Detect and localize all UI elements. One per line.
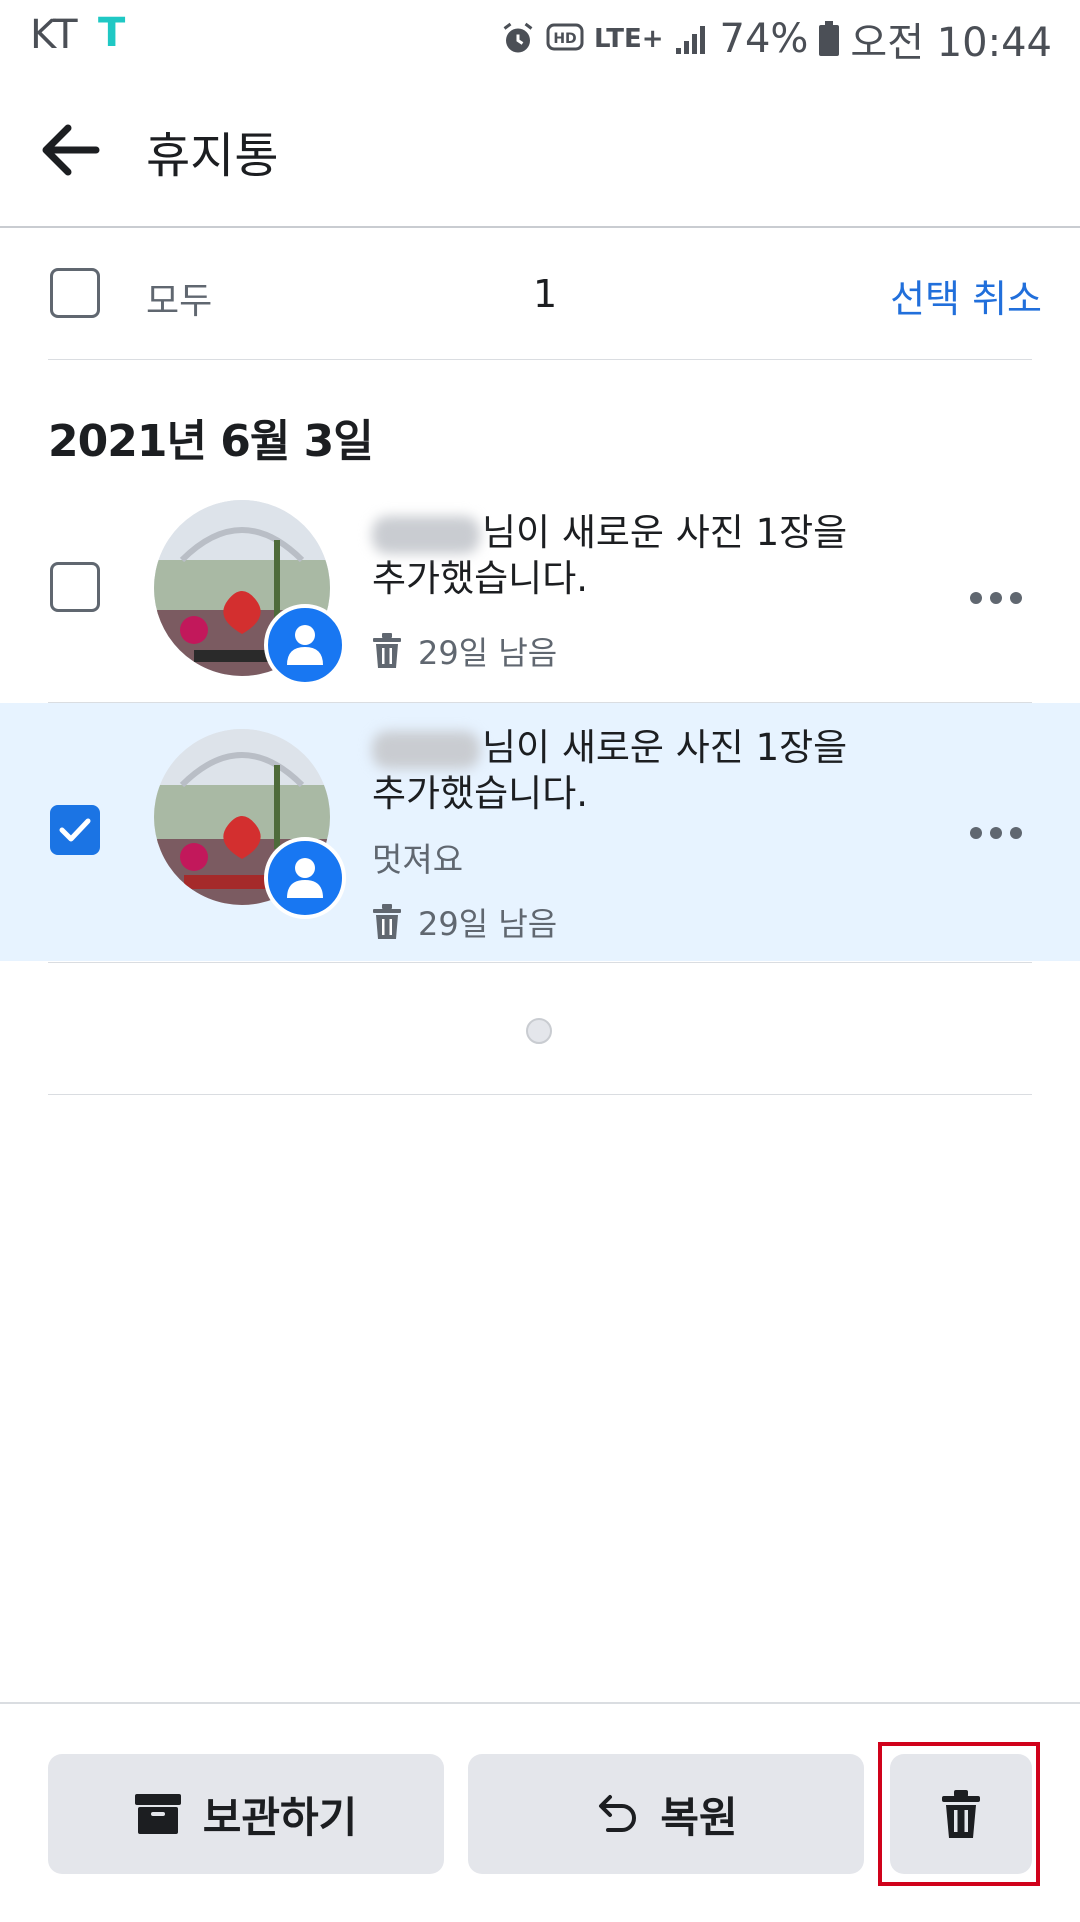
person-icon — [287, 858, 323, 898]
carrier-name: KT — [30, 12, 78, 58]
select-all-checkbox[interactable] — [50, 268, 100, 318]
checkmark-icon — [59, 818, 91, 842]
selection-bar: 모두 1 선택 취소 — [0, 228, 1080, 360]
archive-label: 보관하기 — [202, 1792, 358, 1842]
days-remaining: 29일 남음 — [418, 905, 558, 943]
item-checkbox[interactable] — [50, 805, 100, 855]
divider — [48, 1094, 1032, 1095]
item-text: 님이 새로운 사진 1장을 추가했습니다. — [372, 725, 852, 817]
trash-icon — [373, 633, 401, 668]
svg-text:HD: HD — [553, 31, 576, 47]
date-header: 2021년 6월 3일 — [48, 416, 374, 467]
trash-icon — [373, 904, 401, 939]
hd-voice-icon: HD — [546, 23, 584, 51]
blurred-user-name — [372, 730, 480, 769]
days-remaining: 29일 남음 — [418, 634, 558, 672]
blurred-user-name — [372, 515, 480, 554]
restore-label: 복원 — [660, 1792, 738, 1842]
loading-indicator — [526, 1018, 552, 1044]
person-icon — [287, 625, 323, 665]
status-bar: KT T HD LTE+ 74% 오전 10:44 — [0, 0, 1080, 72]
item-meta: 29일 남음 — [372, 899, 557, 945]
undo-arrow-icon — [599, 1795, 637, 1832]
item-checkbox[interactable] — [50, 562, 100, 612]
app-bar: 휴지통 — [0, 72, 1080, 228]
profile-update-badge — [264, 604, 346, 686]
back-button[interactable] — [30, 110, 110, 190]
trash-icon — [942, 1790, 980, 1838]
battery-percent: 74% — [719, 16, 809, 62]
archive-button[interactable]: 보관하기 — [48, 1754, 444, 1874]
profile-update-badge — [264, 837, 346, 919]
trash-item[interactable]: 님이 새로운 사진 1장을 추가했습니다. 멋져요 29일 남음 — [0, 703, 1080, 961]
alarm-icon — [503, 22, 533, 53]
lte-icon: LTE+ — [593, 24, 664, 54]
arrow-left-icon — [42, 124, 100, 176]
bottom-action-bar: 보관하기 복원 — [0, 1702, 1080, 1922]
divider — [48, 359, 1032, 360]
trash-item[interactable]: 님이 새로운 사진 1장을 추가했습니다. 29일 남음 — [0, 492, 1080, 702]
item-meta: 29일 남음 — [372, 628, 557, 674]
carrier-logo-icon: T — [98, 10, 126, 56]
restore-button[interactable]: 복원 — [468, 1754, 864, 1874]
archive-box-icon — [134, 1794, 181, 1834]
divider — [48, 962, 1032, 963]
deselect-button[interactable]: 선택 취소 — [890, 268, 1042, 323]
item-comment: 멋져요 — [372, 840, 464, 879]
more-options-button[interactable] — [956, 803, 1036, 863]
signal-icon — [675, 26, 705, 54]
delete-button[interactable] — [890, 1754, 1032, 1874]
item-text: 님이 새로운 사진 1장을 추가했습니다. — [372, 510, 852, 602]
clock: 오전 10:44 — [850, 20, 1052, 66]
battery-icon — [819, 21, 840, 56]
select-all-label: 모두 — [146, 281, 213, 322]
selected-count: 1 — [533, 272, 558, 316]
page-title: 휴지통 — [146, 128, 279, 184]
status-icons: HD LTE+ 74% 오전 10:44 — [500, 10, 1052, 68]
more-options-button[interactable] — [956, 568, 1036, 628]
